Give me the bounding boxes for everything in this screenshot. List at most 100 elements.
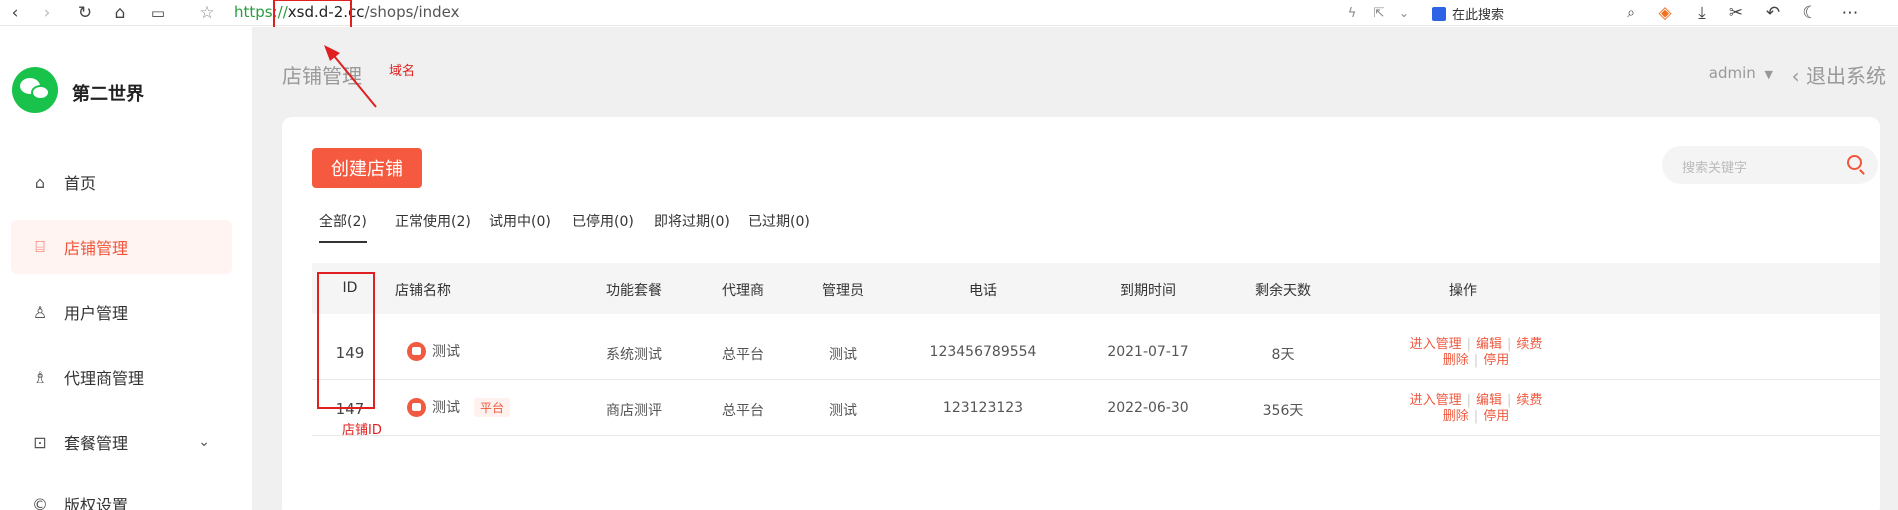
disable-link[interactable]: 停用 (1483, 409, 1509, 424)
column-header-phone: 电话 (969, 283, 997, 299)
create-store-button[interactable]: 创建店铺 (312, 148, 422, 188)
sidebar-item-users[interactable]: ♙ 用户管理 (11, 285, 232, 339)
cell-phone: 123123123 (942, 400, 1024, 416)
store-list-card: 创建店铺 搜索关键字 全部(2) 正常使用(2) 试用中(0) 已停用(0) 即… (282, 117, 1880, 510)
tab-all[interactable]: 全部(2) (319, 211, 367, 243)
column-header-expire: 到期时间 (1120, 283, 1176, 299)
column-header-name: 店铺名称 (395, 283, 451, 299)
shop-name: 测试 (432, 344, 460, 360)
search-input[interactable]: 搜索关键字 (1662, 146, 1878, 184)
caret-down-icon: ▼ (1764, 68, 1773, 81)
sidebar-item-copyright[interactable]: © 版权设置 (11, 477, 232, 510)
main-content: 店铺管理 域名 admin ▼ ‹ 退出系统 创建店铺 搜索关键字 全部(2) … (252, 27, 1898, 510)
annotation-domain-label: 域名 (389, 64, 416, 79)
search-placeholder: 搜索关键字 (1682, 161, 1748, 176)
sidebar: 第二世界 ⌂ 首页 ⌸ 店铺管理 ♙ 用户管理 ♗ 代理商管理 ⊡ 套餐管理 ⌄… (0, 27, 252, 510)
renew-link[interactable]: 续费 (1516, 337, 1542, 352)
undo-icon[interactable]: ↶ (1762, 0, 1784, 26)
tab-disabled[interactable]: 已停用(0) (572, 211, 634, 231)
scissors-icon[interactable]: ✂ (1724, 0, 1748, 26)
chevron-left-icon: ‹ (1791, 64, 1800, 88)
agent-icon: ♗ (32, 367, 48, 387)
browser-search-placeholder: 在此搜索 (1452, 8, 1505, 23)
chevron-down-icon: ⌄ (198, 434, 210, 450)
sidebar-item-label: 首页 (64, 174, 97, 193)
search-icon[interactable] (1847, 155, 1862, 170)
platform-badge: 平台 (474, 397, 511, 417)
game-icon[interactable]: ◈ (1654, 0, 1676, 26)
cell-admin: 测试 (829, 403, 857, 419)
tab-expired[interactable]: 已过期(0) (748, 211, 810, 231)
reload-icon[interactable]: ↻ (74, 0, 96, 26)
cell-shop-name[interactable]: 测试 (407, 341, 460, 361)
sidebar-item-label: 版权设置 (64, 496, 129, 510)
sidebar-item-home[interactable]: ⌂ 首页 (11, 155, 232, 209)
id-column-highlight-box (317, 272, 375, 409)
browser-toolbar: ‹ › ↻ ⌂ ▭ ☆ https://xsd.d-2.cc/shops/ind… (0, 0, 1898, 30)
copyright-icon: © (32, 494, 48, 510)
download-icon[interactable]: ⤓ (1692, 0, 1712, 26)
username: admin (1708, 64, 1756, 82)
table-header: ID 店铺名称 功能套餐 代理商 管理员 电话 到期时间 剩余天数 操作 (312, 263, 1880, 314)
home-icon: ⌂ (34, 172, 46, 192)
tab-trial[interactable]: 试用中(0) (489, 211, 551, 231)
more-icon[interactable]: ⋯ (1840, 0, 1860, 26)
cell-days: 8天 (1271, 347, 1295, 363)
edit-link[interactable]: 编辑 (1476, 393, 1502, 408)
renew-link[interactable]: 续费 (1516, 393, 1542, 408)
sidebar-item-agents[interactable]: ♗ 代理商管理 (11, 350, 232, 404)
search-icon[interactable]: ⌕ (1622, 0, 1640, 26)
lightning-icon[interactable]: ϟ (1344, 0, 1360, 26)
night-mode-icon[interactable]: ☾ (1800, 0, 1820, 26)
delete-link[interactable]: 删除 (1443, 353, 1469, 368)
delete-link[interactable]: 删除 (1443, 409, 1469, 424)
enter-manage-link[interactable]: 进入管理 (1410, 393, 1462, 408)
cell-admin: 测试 (829, 347, 857, 363)
wechat-logo-icon (12, 67, 58, 113)
back-icon[interactable]: ‹ (4, 0, 26, 26)
cell-package: 系统测试 (606, 347, 662, 363)
cell-phone: 123456789554 (929, 344, 1037, 360)
logout-label: 退出系统 (1806, 64, 1886, 88)
share-icon[interactable]: ⇱ (1370, 0, 1388, 26)
tab-normal[interactable]: 正常使用(2) (395, 211, 471, 231)
cell-expire: 2022-06-30 (1107, 400, 1189, 416)
reading-mode-icon[interactable]: ▭ (146, 0, 170, 26)
chevron-down-icon[interactable]: ⌄ (1396, 0, 1412, 26)
search-engine-icon (1432, 6, 1446, 21)
user-icon: ♙ (32, 302, 48, 322)
url-path: /shops/index (364, 3, 460, 21)
column-header-package: 功能套餐 (606, 283, 662, 299)
disable-link[interactable]: 停用 (1483, 353, 1509, 368)
cell-shop-name[interactable]: 测试 平台 (407, 397, 511, 417)
favorite-star-icon[interactable]: ☆ (196, 0, 218, 26)
logout-button[interactable]: ‹ 退出系统 (1792, 60, 1886, 89)
cell-actions: 进入管理 | 编辑 | 续费 删除 | 停用 (1409, 337, 1543, 368)
sidebar-item-packages[interactable]: ⊡ 套餐管理 ⌄ (11, 415, 232, 469)
cell-days: 356天 (1262, 403, 1304, 419)
column-header-actions: 操作 (1449, 283, 1477, 299)
column-header-agent: 代理商 (722, 283, 764, 299)
domain-highlight-box (273, 0, 352, 30)
sidebar-item-label: 用户管理 (64, 304, 129, 323)
annotation-id-label: 店铺ID (342, 423, 382, 438)
enter-manage-link[interactable]: 进入管理 (1410, 337, 1462, 352)
cell-agent: 总平台 (722, 403, 764, 419)
browser-search-box[interactable]: 在此搜索 (1432, 4, 1504, 23)
cell-agent: 总平台 (722, 347, 764, 363)
column-header-days: 剩余天数 (1255, 283, 1311, 299)
sidebar-item-store[interactable]: ⌸ 店铺管理 (11, 220, 232, 274)
edit-link[interactable]: 编辑 (1476, 337, 1502, 352)
shop-avatar-icon (407, 397, 426, 417)
user-menu[interactable]: admin ▼ (1709, 64, 1773, 82)
home-icon[interactable]: ⌂ (108, 0, 132, 26)
shop-name: 测试 (432, 400, 460, 416)
forward-icon[interactable]: › (36, 0, 58, 26)
cell-package: 商店测评 (606, 403, 662, 419)
table-row: 147 测试 平台 商店测评 总平台 测试 123123123 2022-06-… (312, 380, 1880, 436)
package-icon: ⊡ (33, 432, 47, 452)
tab-expiring[interactable]: 即将过期(0) (654, 211, 730, 231)
table-row: 149 测试 系统测试 总平台 测试 123456789554 2021-07-… (312, 324, 1880, 380)
store-icon: ⌸ (35, 237, 45, 256)
cell-expire: 2021-07-17 (1107, 344, 1189, 360)
